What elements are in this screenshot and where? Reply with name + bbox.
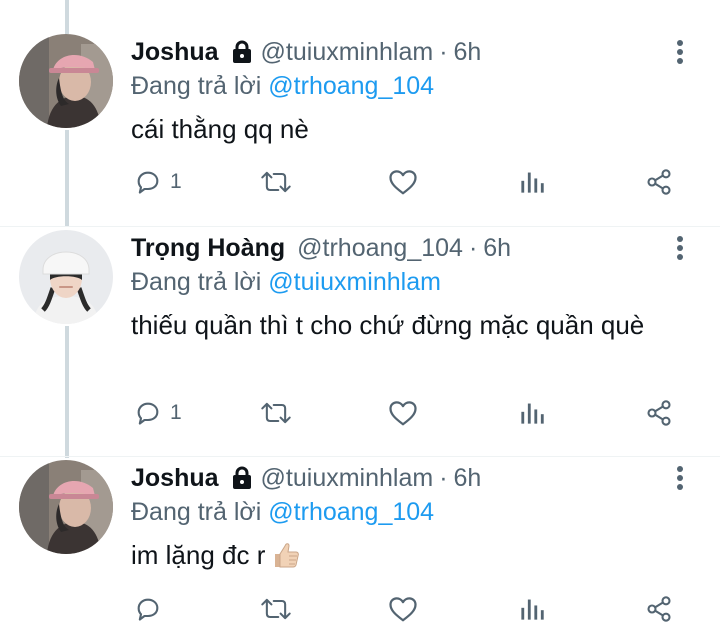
tweet[interactable]: Trọng Hoàng @trhoang_104 · 6h Đang trả l… (0, 230, 720, 430)
tweet[interactable]: Joshua @tuiuxminhlam · 6h Đang trả lời @… (0, 460, 720, 644)
display-name[interactable]: Joshua (131, 460, 219, 496)
avatar[interactable] (19, 230, 113, 324)
comment-icon (137, 402, 159, 425)
reply-count: 1 (170, 401, 182, 424)
tweet-text: thiếu quần thì t cho chứ đừng mặc quần q… (131, 310, 645, 340)
analytics-button[interactable] (519, 589, 545, 629)
retweet-icon (261, 171, 291, 193)
like-button[interactable] (388, 162, 418, 202)
avatar[interactable] (19, 34, 113, 128)
tweet-header: Trọng Hoàng @trhoang_104 · 6h (131, 230, 511, 266)
mention-link[interactable]: @trhoang_104 (268, 498, 434, 526)
timestamp[interactable]: 6h (454, 34, 482, 70)
tweet-text: im lặng đc r (131, 540, 266, 570)
timestamp[interactable]: 6h (454, 460, 482, 496)
user-handle[interactable]: @tuiuxminhlam (261, 460, 434, 496)
share-button[interactable] (645, 589, 673, 629)
analytics-icon (521, 403, 544, 424)
comment-icon (137, 598, 159, 621)
share-icon (647, 169, 671, 195)
comment-icon (137, 171, 159, 194)
thread-connector (65, 0, 69, 34)
like-button[interactable] (388, 393, 418, 433)
tweet-text: cái thằng qq nè (131, 114, 309, 144)
retweet-button[interactable] (260, 162, 292, 202)
heart-icon (389, 401, 417, 426)
tweet-actions (0, 589, 720, 629)
heart-icon (389, 597, 417, 622)
replying-to-label: Đang trả lời (131, 498, 262, 526)
like-button[interactable] (388, 589, 418, 629)
profile-photo-icon (19, 34, 113, 128)
share-icon (647, 400, 671, 426)
retweet-button[interactable] (260, 589, 292, 629)
display-name[interactable]: Trọng Hoàng (131, 230, 285, 266)
analytics-button[interactable] (519, 393, 545, 433)
more-vertical-icon[interactable] (668, 234, 692, 262)
user-handle[interactable]: @trhoang_104 (297, 230, 463, 266)
lock-icon (231, 40, 253, 64)
replying-to: Đang trả lời @trhoang_104 (131, 494, 434, 530)
tweet-text-container: im lặng đc r (131, 538, 671, 578)
reply-button[interactable]: 1 (134, 393, 182, 433)
tweet[interactable]: Joshua @tuiuxminhlam · 6h Đang trả lời @… (0, 34, 720, 224)
analytics-button[interactable] (519, 162, 545, 202)
display-name[interactable]: Joshua (131, 34, 219, 70)
tweet-header: Joshua @tuiuxminhlam · 6h (131, 460, 481, 496)
analytics-icon (521, 599, 544, 620)
profile-photo-icon (19, 230, 113, 324)
avatar[interactable] (19, 460, 113, 554)
reply-button[interactable] (134, 589, 170, 629)
tweet-actions: 1 (0, 162, 720, 202)
retweet-button[interactable] (260, 393, 292, 433)
more-vertical-icon[interactable] (668, 38, 692, 66)
profile-photo-icon (19, 460, 113, 554)
tweet-header: Joshua @tuiuxminhlam · 6h (131, 34, 481, 70)
replying-to: Đang trả lời @tuiuxminhlam (131, 264, 441, 300)
replying-to-label: Đang trả lời (131, 72, 262, 100)
share-button[interactable] (645, 393, 673, 433)
more-vertical-icon[interactable] (668, 464, 692, 492)
heart-icon (389, 170, 417, 195)
analytics-icon (521, 172, 544, 193)
divider (0, 226, 720, 227)
replying-to: Đang trả lời @trhoang_104 (131, 68, 434, 104)
reply-button[interactable]: 1 (134, 162, 182, 202)
reply-count: 1 (170, 170, 182, 193)
mention-link[interactable]: @trhoang_104 (268, 72, 434, 100)
tweet-actions: 1 (0, 393, 720, 433)
separator-dot: · (468, 234, 478, 262)
replying-to-label: Đang trả lời (131, 268, 262, 296)
mention-link[interactable]: @tuiuxminhlam (268, 268, 441, 296)
thumbs-up-icon (271, 540, 301, 578)
retweet-icon (261, 598, 291, 620)
divider (0, 456, 720, 457)
timestamp[interactable]: 6h (483, 230, 511, 266)
lock-icon (231, 466, 253, 490)
separator-dot: · (439, 38, 448, 66)
share-button[interactable] (645, 162, 673, 202)
retweet-icon (261, 402, 291, 424)
separator-dot: · (439, 464, 448, 492)
user-handle[interactable]: @tuiuxminhlam (261, 34, 434, 70)
share-icon (647, 596, 671, 622)
